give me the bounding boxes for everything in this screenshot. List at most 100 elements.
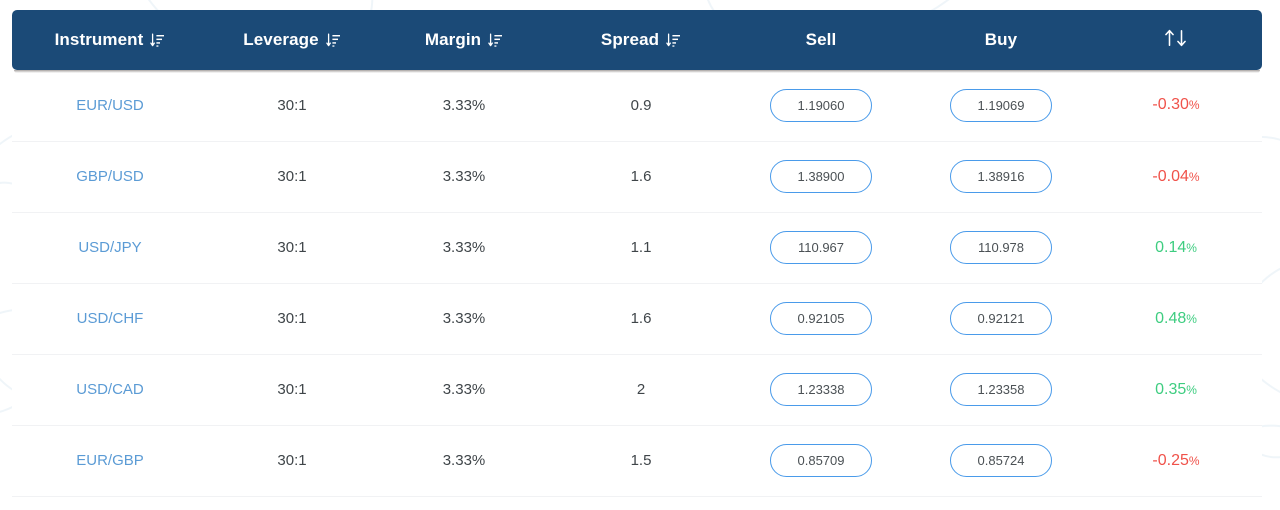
- table-header-shadow: [14, 70, 1260, 73]
- buy-price-button[interactable]: 1.23358: [950, 373, 1052, 406]
- sort-descending-icon[interactable]: [488, 33, 503, 48]
- cell-buy: 0.92121: [912, 283, 1090, 355]
- cell-instrument: USD/CAD: [12, 354, 208, 426]
- change-value: 0.48: [1155, 309, 1187, 327]
- cell-margin: 3.33%: [376, 425, 552, 497]
- cell-change: 0.14%: [1090, 212, 1262, 284]
- sort-descending-icon[interactable]: [666, 33, 681, 48]
- cell-sell: 1.38900: [730, 141, 912, 213]
- sell-price-button[interactable]: 110.967: [770, 231, 872, 264]
- cell-leverage: 30:1: [208, 425, 376, 497]
- buy-price-button[interactable]: 1.38916: [950, 160, 1052, 193]
- column-header-label-buy: Buy: [984, 30, 1018, 49]
- cell-spread: 0.9: [552, 70, 730, 142]
- page-root: Instrument Leverage Margin Spread Sell B…: [0, 0, 1280, 510]
- cell-margin: 3.33%: [376, 212, 552, 284]
- sort-descending-icon[interactable]: [325, 33, 341, 48]
- cell-buy: 1.19069: [912, 70, 1090, 142]
- cell-margin: 3.33%: [376, 70, 552, 142]
- cell-change: 0.35%: [1090, 354, 1262, 426]
- column-header-instrument[interactable]: Instrument: [12, 10, 208, 70]
- column-header-change[interactable]: [1090, 10, 1262, 70]
- arrow-up-down-icon[interactable]: [1160, 28, 1192, 48]
- cell-change: -0.30%: [1090, 70, 1262, 142]
- change-value: -0.25: [1152, 451, 1189, 469]
- column-header-label-spread: Spread: [600, 30, 660, 49]
- table-row: USD/CAD 30:1 3.33% 2 1.23338 1.23358 0.3…: [12, 354, 1262, 426]
- cell-buy: 110.978: [912, 212, 1090, 284]
- change-percentage: -0.04%: [1152, 168, 1199, 185]
- cell-leverage: 30:1: [208, 212, 376, 284]
- cell-margin: 3.33%: [376, 354, 552, 426]
- table-row: GBP/USD 30:1 3.33% 1.6 1.38900 1.38916 -…: [12, 141, 1262, 213]
- table-row-partial: [12, 496, 1262, 510]
- column-header-label-leverage: Leverage: [243, 30, 319, 49]
- sell-price-button[interactable]: 0.85709: [770, 444, 872, 477]
- percent-symbol: %: [1188, 98, 1200, 113]
- cell-sell: 110.967: [730, 212, 912, 284]
- column-header-leverage[interactable]: Leverage: [208, 10, 376, 70]
- sell-price-button[interactable]: 0.92105: [770, 302, 872, 335]
- sell-price-button[interactable]: 1.38900: [770, 160, 872, 193]
- cell-sell: 0.85709: [730, 425, 912, 497]
- cell-leverage: 30:1: [208, 283, 376, 355]
- change-percentage: 0.14%: [1155, 239, 1197, 256]
- change-value: 0.35: [1155, 380, 1187, 398]
- change-value: -0.04: [1152, 167, 1189, 185]
- buy-price-button[interactable]: 0.92121: [950, 302, 1052, 335]
- column-header-label-sell: Sell: [805, 30, 837, 49]
- column-header-spread[interactable]: Spread: [552, 10, 730, 70]
- change-percentage: 0.48%: [1155, 310, 1197, 327]
- percent-symbol: %: [1186, 240, 1197, 255]
- instrument-link[interactable]: GBP/USD: [76, 168, 144, 185]
- table-body: EUR/USD 30:1 3.33% 0.9 1.19060 1.19069 -…: [12, 70, 1262, 497]
- cell-instrument: EUR/USD: [12, 70, 208, 142]
- instruments-table: Instrument Leverage Margin Spread Sell B…: [12, 10, 1262, 497]
- change-percentage: 0.35%: [1155, 381, 1197, 398]
- percent-symbol: %: [1188, 169, 1200, 184]
- cell-spread: 2: [552, 354, 730, 426]
- instrument-link[interactable]: USD/JPY: [78, 239, 141, 256]
- buy-price-button[interactable]: 1.19069: [950, 88, 1052, 122]
- cell-change: -0.25%: [1090, 425, 1262, 497]
- percent-symbol: %: [1188, 453, 1200, 468]
- sell-price-button[interactable]: 1.23338: [770, 373, 872, 406]
- cell-instrument: GBP/USD: [12, 141, 208, 213]
- column-header-label-margin: Margin: [424, 30, 482, 49]
- change-value: 0.14: [1155, 238, 1187, 256]
- cell-sell: 1.19060: [730, 70, 912, 142]
- cell-leverage: 30:1: [208, 354, 376, 426]
- change-percentage: -0.25%: [1152, 452, 1199, 469]
- cell-spread: 1.6: [552, 283, 730, 355]
- cell-instrument: USD/JPY: [12, 212, 208, 284]
- column-header-sell: Sell: [730, 10, 912, 70]
- instrument-link[interactable]: USD/CHF: [77, 310, 144, 327]
- cell-buy: 1.38916: [912, 141, 1090, 213]
- cell-leverage: 30:1: [208, 70, 376, 142]
- cell-buy: 1.23358: [912, 354, 1090, 426]
- instrument-link[interactable]: EUR/GBP: [76, 452, 144, 469]
- table-row: USD/CHF 30:1 3.33% 1.6 0.92105 0.92121 0…: [12, 283, 1262, 355]
- buy-price-button[interactable]: 110.978: [950, 231, 1052, 264]
- column-header-margin[interactable]: Margin: [376, 10, 552, 70]
- change-value: -0.30: [1152, 96, 1189, 114]
- cell-instrument: USD/CHF: [12, 283, 208, 355]
- cell-change: 0.48%: [1090, 283, 1262, 355]
- sell-price-button[interactable]: 1.19060: [770, 88, 872, 122]
- change-percentage: -0.30%: [1152, 96, 1199, 113]
- instrument-link[interactable]: EUR/USD: [76, 97, 144, 114]
- cell-sell: 1.23338: [730, 354, 912, 426]
- table-row: USD/JPY 30:1 3.33% 1.1 110.967 110.978 0…: [12, 212, 1262, 284]
- cell-margin: 3.33%: [376, 283, 552, 355]
- cell-buy: 0.85724: [912, 425, 1090, 497]
- column-header-label-instrument: Instrument: [54, 30, 144, 49]
- cell-margin: 3.33%: [376, 141, 552, 213]
- cell-leverage: 30:1: [208, 141, 376, 213]
- sort-descending-icon[interactable]: [150, 33, 165, 48]
- buy-price-button[interactable]: 0.85724: [950, 444, 1052, 477]
- instrument-link[interactable]: USD/CAD: [76, 381, 144, 398]
- table-row: EUR/USD 30:1 3.33% 0.9 1.19060 1.19069 -…: [12, 70, 1262, 142]
- percent-symbol: %: [1186, 382, 1197, 397]
- cell-instrument: EUR/GBP: [12, 425, 208, 497]
- table-row: EUR/GBP 30:1 3.33% 1.5 0.85709 0.85724 -…: [12, 425, 1262, 497]
